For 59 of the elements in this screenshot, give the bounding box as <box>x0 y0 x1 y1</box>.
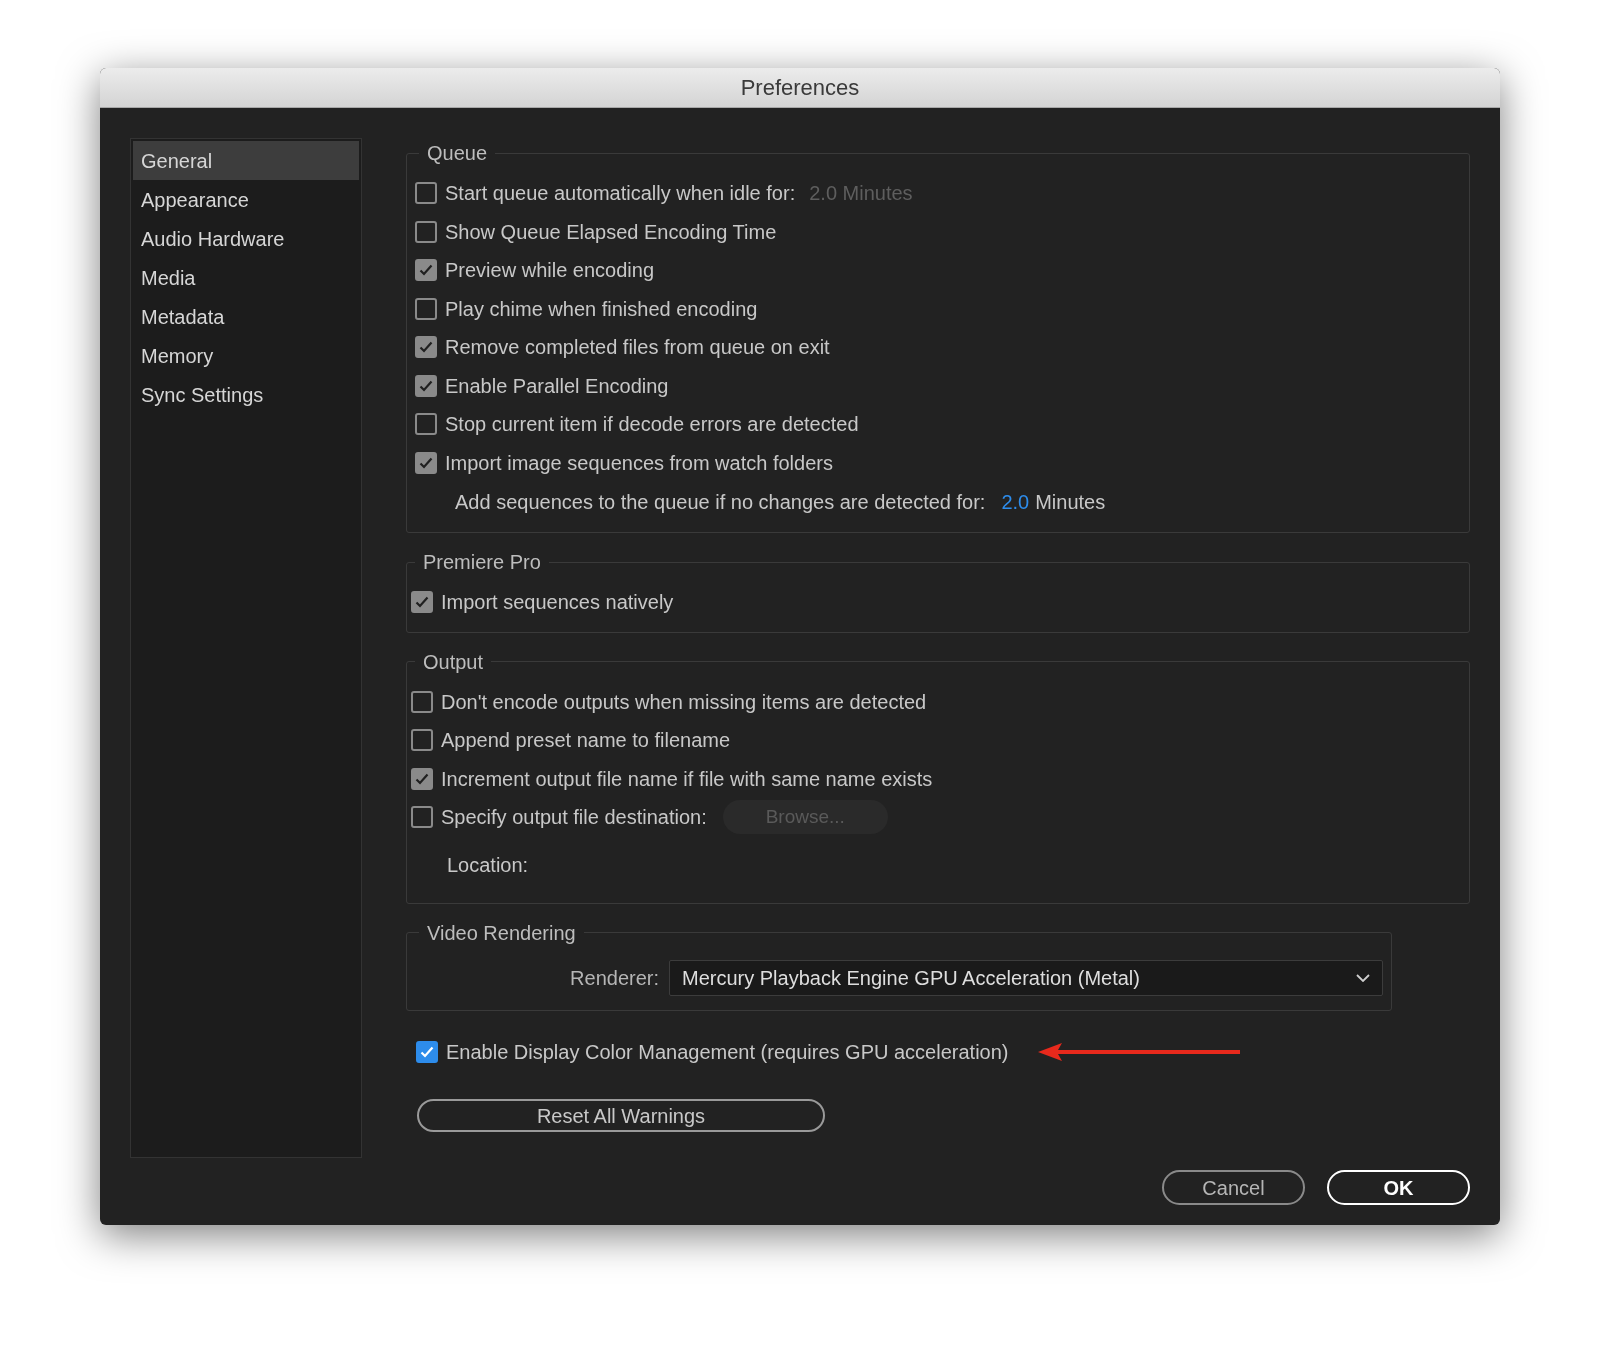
checkbox[interactable] <box>415 220 437 243</box>
checkbox-label: Play chime when finished encoding <box>445 296 758 322</box>
sidebar-item[interactable]: Appearance <box>133 180 359 219</box>
sidebar-item[interactable]: Audio Hardware <box>133 219 359 258</box>
checkbox[interactable] <box>416 1040 438 1063</box>
sidebar-item[interactable]: General <box>133 141 359 180</box>
idle-time-value: 2.0 Minutes <box>809 181 913 207</box>
group-title: Output <box>422 649 485 675</box>
location-label: Location: <box>447 852 529 878</box>
checkmark-icon <box>415 772 429 785</box>
checkbox[interactable] <box>415 336 437 359</box>
checkbox-label: Import image sequences from watch folders <box>445 450 833 476</box>
checkmark-icon <box>419 341 433 354</box>
checkbox-label: Start queue automatically when idle for: <box>445 181 796 207</box>
checkmark-icon <box>419 379 433 392</box>
checkbox[interactable] <box>415 451 437 474</box>
checkbox[interactable] <box>415 374 437 397</box>
sidebar-item[interactable]: Sync Settings <box>133 375 359 414</box>
checkbox[interactable] <box>411 591 433 614</box>
checkbox-label: Stop current item if decode errors are detected <box>445 412 859 438</box>
checkbox-label: Append preset name to filename <box>441 728 731 754</box>
checkbox-label: Show Queue Elapsed Encoding Time <box>445 219 777 245</box>
sidebar-item[interactable]: Media <box>133 258 359 297</box>
reset-warnings-button[interactable]: Reset All Warnings <box>417 1099 825 1132</box>
checkmark-icon <box>420 1045 434 1058</box>
chevron-down-icon <box>1356 973 1370 982</box>
delay-value[interactable]: 2.0 <box>1001 487 1030 517</box>
checkbox-label: Don't encode outputs when missing items are detected <box>441 689 927 715</box>
sidebar-item[interactable]: Memory <box>133 336 359 375</box>
checkmark-icon <box>415 596 429 609</box>
checkbox[interactable] <box>411 806 433 829</box>
checkbox[interactable] <box>415 182 437 205</box>
renderer-dropdown[interactable]: Mercury Playback Engine GPU Acceleration (Metal) <box>669 959 1383 996</box>
renderer-label: Renderer: <box>570 965 659 991</box>
checkbox[interactable] <box>411 767 433 790</box>
group-title: Queue <box>426 141 489 166</box>
cancel-button[interactable]: Cancel <box>1162 1170 1305 1205</box>
checkbox-label: Remove completed files from queue on exit <box>445 335 830 361</box>
delay-label: Add sequences to the queue if no changes are detected for: <box>455 490 986 515</box>
delay-unit: Minutes <box>1035 490 1106 515</box>
checkbox-label: Import sequences natively <box>441 590 674 616</box>
checkbox[interactable] <box>415 413 437 436</box>
checkbox[interactable] <box>411 729 433 752</box>
checkbox-label: Increment output file name if file with same name exists <box>441 766 933 792</box>
checkmark-icon <box>419 456 433 469</box>
checkbox-label: Enable Display Color Management (requires GPU acceleration) <box>446 1039 1009 1065</box>
checkbox-label: Enable Parallel Encoding <box>445 373 669 399</box>
checkmark-icon <box>419 264 433 277</box>
ok-button[interactable]: OK <box>1327 1170 1470 1205</box>
renderer-value: Mercury Playback Engine GPU Acceleration (Metal) <box>682 965 1140 991</box>
sidebar-item[interactable]: Metadata <box>133 297 359 336</box>
checkbox[interactable] <box>411 690 433 713</box>
checkbox[interactable] <box>415 297 437 320</box>
checkbox-label: Specify output file destination: <box>441 805 707 831</box>
group-title: Premiere Pro <box>422 550 542 575</box>
group-title: Video Rendering <box>426 920 577 946</box>
checkbox[interactable] <box>415 259 437 282</box>
window-title: Preferences <box>740 74 860 102</box>
checkbox-label: Preview while encoding <box>445 258 654 284</box>
